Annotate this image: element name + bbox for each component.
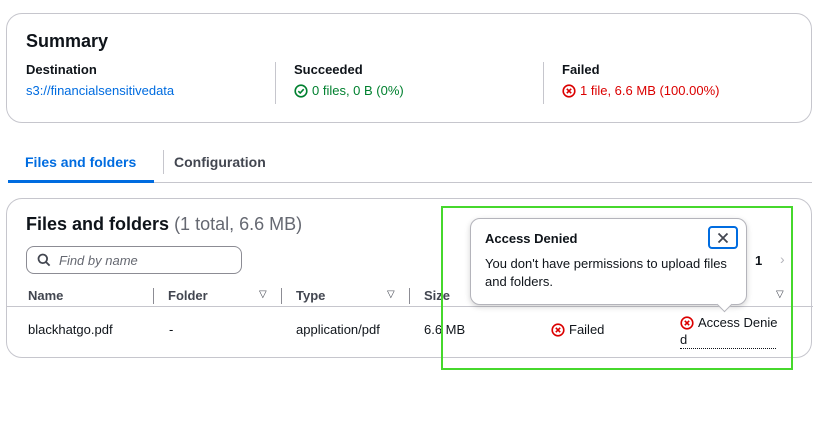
summary-title: Summary bbox=[26, 31, 109, 51]
column-folder[interactable]: Folder bbox=[168, 288, 208, 303]
column-size[interactable]: Size bbox=[424, 288, 450, 303]
cell-error[interactable]: Access Denie d bbox=[680, 314, 780, 349]
search-input[interactable] bbox=[59, 252, 229, 268]
column-divider bbox=[409, 288, 410, 304]
access-denied-popover: Access Denied You don't have permissions… bbox=[470, 218, 747, 313]
failed-text: 1 file, 6.6 MB (100.00%) bbox=[580, 83, 720, 98]
destination-column: Destination s3://financialsensitivedata bbox=[26, 62, 174, 104]
succeeded-label: Succeeded bbox=[294, 62, 363, 77]
summary-panel: Summary Destination s3://financialsensit… bbox=[6, 13, 812, 123]
failed-value: 1 file, 6.6 MB (100.00%) bbox=[562, 83, 719, 98]
succeeded-value: 0 files, 0 B (0%) bbox=[294, 83, 404, 98]
column-name[interactable]: Name bbox=[28, 288, 63, 303]
sort-type-icon[interactable]: ▽ bbox=[387, 289, 395, 300]
column-divider bbox=[281, 288, 282, 304]
column-divider bbox=[153, 288, 154, 304]
page-number[interactable]: 1 bbox=[755, 253, 762, 268]
tab-divider bbox=[163, 150, 164, 174]
close-button[interactable] bbox=[708, 226, 738, 249]
error-circle-icon bbox=[562, 83, 576, 98]
check-circle-icon bbox=[294, 83, 308, 98]
sort-folder-icon[interactable]: ▽ bbox=[259, 289, 267, 300]
next-page-icon[interactable]: › bbox=[780, 251, 785, 267]
popover-body: You don't have permissions to upload fil… bbox=[485, 256, 727, 289]
column-type[interactable]: Type bbox=[296, 288, 325, 303]
cell-size: 6.6 MB bbox=[424, 322, 466, 337]
cell-type: application/pdf bbox=[296, 322, 380, 337]
failed-label: Failed bbox=[562, 62, 600, 77]
tab-files-and-folders[interactable]: Files and folders bbox=[8, 144, 154, 183]
cell-name: blackhatgo.pdf bbox=[28, 322, 113, 337]
tab-bar: Files and folders Configuration bbox=[8, 144, 812, 183]
files-title: Files and folders bbox=[26, 214, 170, 234]
files-heading: Files and folders (1 total, 6.6 MB) bbox=[26, 214, 302, 235]
succeeded-text: 0 files, 0 B (0%) bbox=[312, 83, 404, 98]
sort-error-icon[interactable]: ▽ bbox=[776, 289, 784, 300]
table-row: blackhatgo.pdf - application/pdf 6.6 MB … bbox=[7, 307, 813, 352]
failed-column: Failed 1 file, 6.6 MB (100.00%) bbox=[543, 62, 719, 104]
error-text-line1: Access Denie bbox=[698, 315, 778, 330]
cell-status: Failed bbox=[551, 322, 604, 337]
status-text: Failed bbox=[569, 322, 605, 337]
cell-folder: - bbox=[169, 322, 174, 337]
succeeded-column: Succeeded 0 files, 0 B (0%) bbox=[275, 62, 404, 104]
popover-title: Access Denied bbox=[485, 231, 578, 246]
destination-value: s3://financialsensitivedata bbox=[26, 83, 174, 98]
search-icon bbox=[37, 253, 51, 267]
destination-label: Destination bbox=[26, 62, 97, 77]
destination-link[interactable]: s3://financialsensitivedata bbox=[26, 83, 174, 98]
tab-configuration[interactable]: Configuration bbox=[174, 144, 266, 183]
error-circle-icon bbox=[680, 315, 694, 330]
error-circle-icon bbox=[551, 322, 565, 337]
error-text-line2: d bbox=[680, 331, 776, 349]
files-count: (1 total, 6.6 MB) bbox=[174, 214, 303, 234]
search-box bbox=[26, 246, 242, 274]
close-icon bbox=[717, 232, 729, 244]
error-line: Access Denie bbox=[680, 314, 780, 331]
